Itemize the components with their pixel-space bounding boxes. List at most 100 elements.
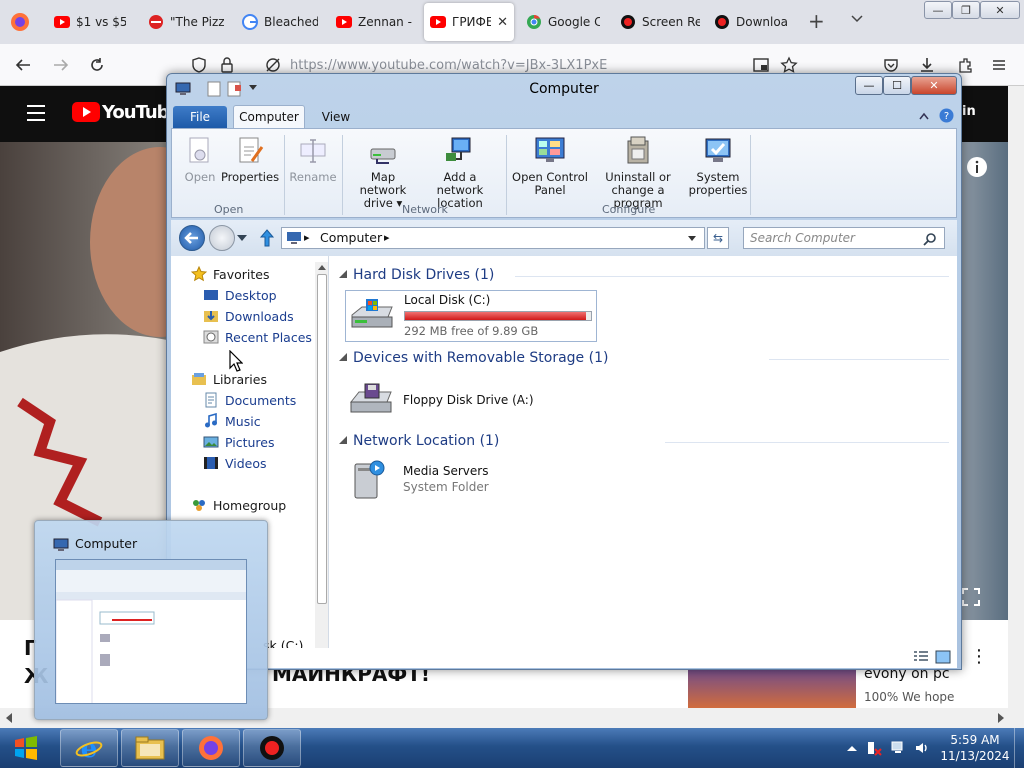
tab-file[interactable]: File xyxy=(173,106,227,128)
open-button[interactable]: Open xyxy=(182,135,218,184)
bookmark-star-icon[interactable] xyxy=(780,56,798,74)
url-input[interactable]: https://www.youtube.com/watch?v=JBx-3LX1… xyxy=(290,58,607,73)
extensions-icon[interactable] xyxy=(956,56,974,74)
search-input[interactable]: Search Computer xyxy=(743,227,945,249)
search-icon[interactable] xyxy=(923,232,937,246)
local-disk-item[interactable]: Local Disk (C:) 292 MB free of 9.89 GB xyxy=(345,290,597,342)
restore-window-button[interactable]: ❐ xyxy=(952,1,980,19)
back-arrow-icon[interactable] xyxy=(14,56,32,74)
info-icon[interactable] xyxy=(966,156,988,178)
picture-in-picture-icon[interactable] xyxy=(752,56,770,74)
pocket-icon[interactable] xyxy=(882,56,900,74)
lock-icon[interactable] xyxy=(218,56,236,74)
nav-favorites[interactable]: Favorites xyxy=(191,266,269,282)
firefox-icon[interactable] xyxy=(10,12,30,32)
up-arrow-icon[interactable] xyxy=(259,228,275,248)
minimize-button[interactable]: — xyxy=(855,76,883,95)
section-header-network[interactable]: Network Location (1) xyxy=(353,433,499,449)
taskbar-screen-recorder[interactable] xyxy=(243,729,301,767)
scroll-right-icon[interactable] xyxy=(996,713,1006,723)
tab-2[interactable]: "The Pizz xyxy=(142,3,230,41)
new-tab-button[interactable]: + xyxy=(808,11,825,31)
nav-scrollbar[interactable] xyxy=(315,262,328,658)
tab-8[interactable]: Downloa xyxy=(708,3,796,41)
tab-1[interactable]: $1 vs $50 xyxy=(48,3,132,41)
minimize-window-button[interactable]: — xyxy=(924,1,952,19)
nav-desktop[interactable]: Desktop xyxy=(203,287,277,303)
nav-libraries[interactable]: Libraries xyxy=(191,371,267,387)
tab-6[interactable]: Google C xyxy=(520,3,606,41)
nav-scroll-thumb[interactable] xyxy=(317,274,327,604)
breadcrumb-computer[interactable]: Computer xyxy=(320,228,382,248)
nav-pictures[interactable]: Pictures xyxy=(203,434,275,450)
close-window-button[interactable]: ✕ xyxy=(980,1,1020,19)
rename-button[interactable]: Rename xyxy=(288,135,338,184)
forward-arrow-icon[interactable] xyxy=(52,56,70,74)
start-button[interactable] xyxy=(4,730,48,766)
address-field[interactable]: ▸ Computer ▸ xyxy=(281,227,705,249)
collapse-triangle-icon[interactable] xyxy=(339,436,347,444)
taskbar-firefox[interactable] xyxy=(182,729,240,767)
refresh-button[interactable]: ⇆ xyxy=(707,227,729,249)
properties-button[interactable]: Properties xyxy=(220,135,280,184)
shield-icon[interactable] xyxy=(190,56,208,74)
help-icon[interactable]: ? xyxy=(939,108,954,123)
more-options-icon[interactable]: ⋮ xyxy=(970,646,988,667)
breadcrumb-arrow-icon[interactable]: ▸ xyxy=(304,228,310,248)
collapse-triangle-icon[interactable] xyxy=(339,353,347,361)
system-clock[interactable]: 5:59 AM 11/13/2024 xyxy=(940,732,1010,764)
section-header-removable[interactable]: Devices with Removable Storage (1) xyxy=(353,350,608,366)
action-center-icon[interactable] xyxy=(866,740,882,756)
nav-homegroup[interactable]: Homegroup xyxy=(191,497,286,513)
media-servers-item[interactable]: Media Servers System Folder xyxy=(347,458,489,502)
tab-7[interactable]: Screen Re xyxy=(614,3,706,41)
maximize-button[interactable]: ☐ xyxy=(883,76,911,95)
show-hidden-icons-icon[interactable] xyxy=(844,740,860,756)
nav-documents[interactable]: Documents xyxy=(203,392,296,408)
nav-downloads[interactable]: Downloads xyxy=(203,308,294,324)
tab-computer[interactable]: Computer xyxy=(233,105,305,128)
tab-view[interactable]: View xyxy=(311,106,361,128)
show-desktop-button[interactable] xyxy=(1014,728,1024,768)
suggestion-thumbnail[interactable] xyxy=(688,666,856,710)
forward-button[interactable] xyxy=(209,225,235,251)
collapse-triangle-icon[interactable] xyxy=(339,270,347,278)
open-control-panel-button[interactable]: Open Control Panel xyxy=(512,135,588,197)
nav-recent-places[interactable]: Recent Places xyxy=(203,329,312,345)
sign-in-button[interactable]: in xyxy=(962,104,976,119)
downloads-icon[interactable] xyxy=(918,56,936,74)
hamburger-menu-icon[interactable] xyxy=(990,56,1008,74)
address-dropdown-icon[interactable] xyxy=(688,236,696,242)
explorer-title-bar[interactable]: Computer — ☐ ✕ xyxy=(167,74,961,104)
page-vertical-scrollbar[interactable] xyxy=(1008,86,1024,708)
nav-videos[interactable]: Videos xyxy=(203,455,267,471)
youtube-logo-icon[interactable] xyxy=(72,102,100,122)
details-view-icon[interactable] xyxy=(913,650,929,664)
chevron-down-icon[interactable] xyxy=(850,12,864,26)
scroll-up-icon[interactable] xyxy=(318,264,326,270)
recent-pages-dropdown-icon[interactable] xyxy=(237,235,247,243)
large-icons-view-icon[interactable] xyxy=(935,650,951,664)
autoplay-blocked-icon[interactable] xyxy=(264,56,282,74)
menu-icon[interactable] xyxy=(26,104,46,122)
reload-icon[interactable] xyxy=(88,56,106,74)
floppy-drive-item[interactable]: Floppy Disk Drive (A:) xyxy=(347,378,534,422)
add-network-location-button[interactable]: Add a network location xyxy=(420,135,500,210)
taskbar-file-explorer[interactable] xyxy=(121,729,179,767)
volume-icon[interactable] xyxy=(914,740,930,756)
uninstall-program-button[interactable]: Uninstall or change a program xyxy=(590,135,686,210)
taskbar-internet-explorer[interactable]: e xyxy=(60,729,118,767)
tab-3[interactable]: Bleached xyxy=(236,3,324,41)
scroll-left-icon[interactable] xyxy=(4,713,14,723)
tab-5-active[interactable]: ГРИФЕ ✕ xyxy=(424,3,514,41)
tab-4[interactable]: Zennan - xyxy=(330,3,418,41)
breadcrumb-arrow-icon[interactable]: ▸ xyxy=(384,228,390,248)
network-icon[interactable] xyxy=(890,740,906,756)
close-button[interactable]: ✕ xyxy=(911,76,957,95)
minimize-ribbon-icon[interactable] xyxy=(919,112,929,120)
system-properties-button[interactable]: System properties xyxy=(688,135,748,197)
fullscreen-icon[interactable] xyxy=(962,588,980,606)
back-button[interactable] xyxy=(179,225,205,251)
section-header-hdd[interactable]: Hard Disk Drives (1) xyxy=(353,267,494,283)
map-network-drive-button[interactable]: Map network drive ▾ xyxy=(346,135,420,210)
